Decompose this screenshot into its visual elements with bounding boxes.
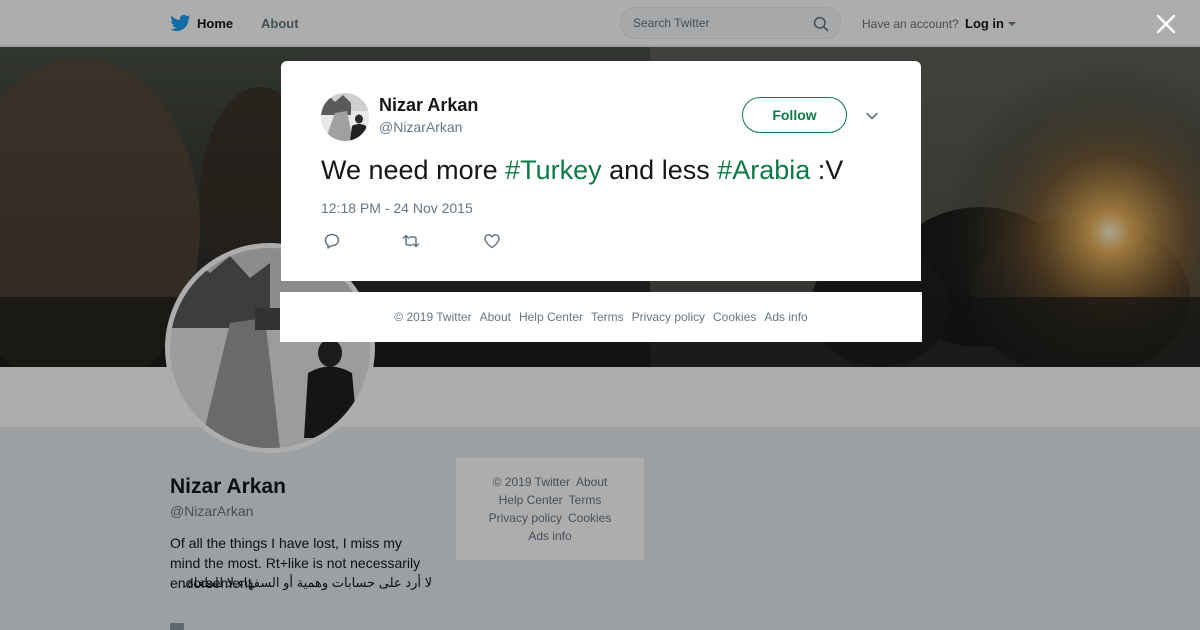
- footer-terms-link[interactable]: Terms: [591, 310, 624, 324]
- follow-button[interactable]: Follow: [742, 97, 847, 133]
- tweet-author-avatar[interactable]: [321, 93, 369, 141]
- footer-copyright: © 2019 Twitter: [394, 310, 472, 324]
- footer-help-center-link[interactable]: Help Center: [519, 310, 583, 324]
- footer-ads-info-link[interactable]: Ads info: [764, 310, 807, 324]
- close-icon[interactable]: [1155, 13, 1177, 35]
- tweet-text: We need more #Turkey and less #Arabia :V: [321, 153, 891, 187]
- footer-cookies-link[interactable]: Cookies: [713, 310, 756, 324]
- heart-icon[interactable]: [483, 232, 501, 250]
- footer-privacy-link[interactable]: Privacy policy: [632, 310, 705, 324]
- retweet-icon[interactable]: [402, 232, 420, 250]
- chevron-down-icon[interactable]: [865, 109, 879, 123]
- reply-icon[interactable]: [323, 232, 341, 250]
- tweet-text-part: We need more: [321, 155, 506, 185]
- tweet-timestamp[interactable]: 12:18 PM - 24 Nov 2015: [321, 200, 473, 216]
- tweet-text-part: :V: [810, 155, 844, 185]
- footer-about-link[interactable]: About: [480, 310, 511, 324]
- tweet-author-name[interactable]: Nizar Arkan: [379, 95, 478, 116]
- tweet-text-part: and less: [601, 155, 718, 185]
- hashtag-link[interactable]: #Turkey: [505, 155, 602, 185]
- hashtag-link[interactable]: #Arabia: [717, 155, 810, 185]
- tweet-card: Nizar Arkan @NizarArkan Follow We need m…: [281, 61, 921, 281]
- modal-footer: © 2019 Twitter About Help Center Terms Priva…: [280, 292, 922, 342]
- tweet-author-handle[interactable]: @NizarArkan: [379, 119, 462, 135]
